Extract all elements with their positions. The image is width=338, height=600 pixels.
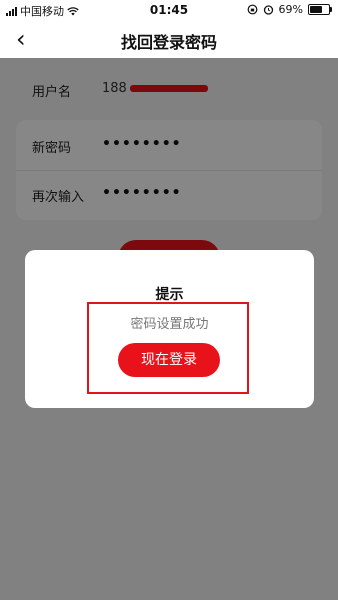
battery-percent: 69% [278, 3, 303, 16]
rotation-lock-icon [247, 4, 257, 15]
status-bar: 中国移动 01:45 69% [0, 0, 338, 20]
page-title: 找回登录密码 [120, 33, 217, 52]
alert-dialog: 提示 密码设置成功 现在登录 [25, 250, 314, 408]
login-now-button[interactable]: 现在登录 [118, 343, 220, 377]
status-right-group: 69% [247, 3, 332, 16]
battery-icon [308, 4, 332, 15]
dialog-message: 密码设置成功 [130, 317, 209, 332]
alarm-icon [263, 5, 273, 15]
nav-bar: ‹ 找回登录密码 [0, 20, 338, 58]
battery-fill [310, 6, 322, 13]
dialog-title: 提示 [155, 287, 184, 303]
